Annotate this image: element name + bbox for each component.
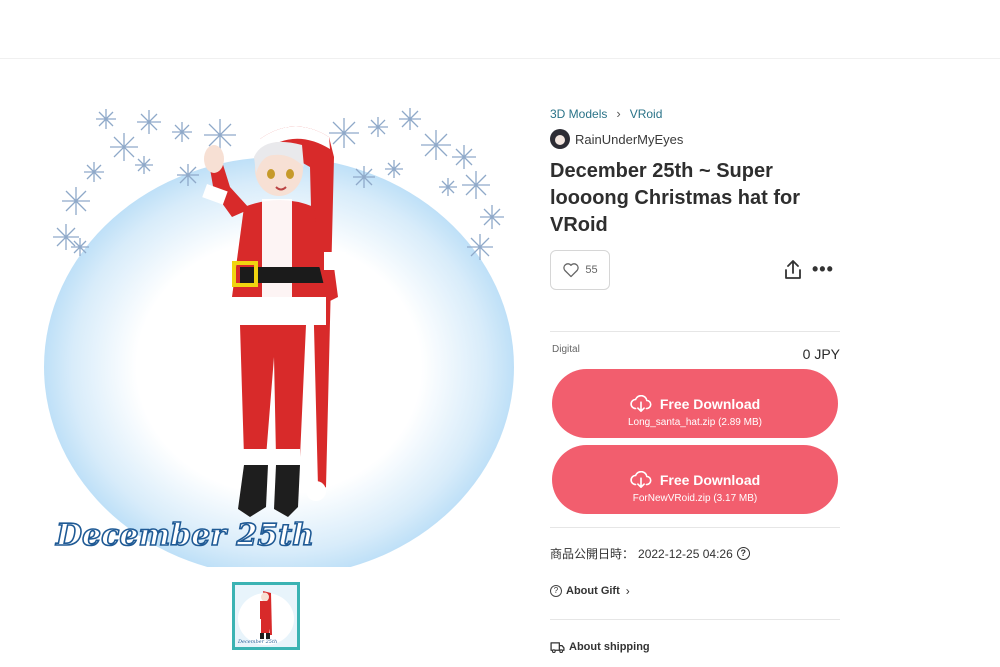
- cloud-download-icon: [630, 394, 652, 412]
- about-gift-link[interactable]: ? About Gift ›: [550, 584, 630, 598]
- more-icon[interactable]: •••: [812, 260, 834, 278]
- download-label: Free Download: [659, 395, 761, 412]
- about-shipping-link[interactable]: About shipping: [550, 641, 650, 653]
- variant-type: Digital: [552, 344, 580, 355]
- download-label: Free Download: [659, 471, 761, 488]
- variant-price: 0 JPY: [802, 346, 840, 362]
- like-count: 55: [585, 264, 598, 276]
- top-navigation-bar: [0, 0, 1000, 59]
- svg-text:December 25th: December 25th: [237, 639, 277, 645]
- free-download-button-1[interactable]: Free Download Long_santa_hat.zip (2.89 M…: [552, 369, 838, 438]
- product-thumbnail[interactable]: December 25th: [232, 582, 300, 650]
- chevron-right-icon: ›: [616, 106, 621, 121]
- shop-name: RainUnderMyEyes: [575, 131, 684, 147]
- product-info-panel: 3D Models › VRoid RainUnderMyEyes Decemb…: [550, 0, 840, 667]
- heart-icon: [563, 263, 580, 278]
- about-gift-label: About Gift: [566, 585, 620, 597]
- breadcrumb-link-vroid[interactable]: VRoid: [630, 107, 663, 121]
- like-button[interactable]: 55: [550, 250, 610, 290]
- shop-link[interactable]: RainUnderMyEyes: [550, 129, 683, 149]
- share-icon[interactable]: [784, 260, 802, 280]
- published-date: 商品公開日時： 2022-12-25 04:26 ?: [550, 545, 750, 562]
- breadcrumb-link-3d-models[interactable]: 3D Models: [550, 107, 607, 121]
- shop-avatar: [550, 129, 570, 149]
- product-title: December 25th ~ Super loooong Christmas …: [550, 160, 800, 236]
- download-file-info: ForNewVRoid.zip (3.17 MB): [632, 492, 758, 504]
- divider: [550, 619, 840, 620]
- image-caption-text: December 25th: [55, 518, 314, 553]
- product-main-image[interactable]: December 25th: [44, 97, 524, 567]
- divider: [550, 331, 840, 332]
- breadcrumb: 3D Models › VRoid: [550, 106, 662, 121]
- published-value: 2022-12-25 04:26: [638, 546, 733, 561]
- free-download-button-2[interactable]: Free Download ForNewVRoid.zip (3.17 MB): [552, 445, 838, 514]
- truck-icon: [550, 641, 565, 653]
- question-icon[interactable]: ?: [736, 547, 750, 560]
- divider: [550, 527, 840, 528]
- cloud-download-icon: [630, 470, 652, 488]
- chevron-right-icon: ›: [625, 584, 630, 598]
- gift-info-icon: ?: [550, 585, 562, 597]
- product-illustration: December 25th: [44, 97, 524, 567]
- download-file-info: Long_santa_hat.zip (2.89 MB): [628, 416, 762, 428]
- published-label: 商品公開日時：: [550, 547, 635, 561]
- about-shipping-label: About shipping: [569, 641, 650, 653]
